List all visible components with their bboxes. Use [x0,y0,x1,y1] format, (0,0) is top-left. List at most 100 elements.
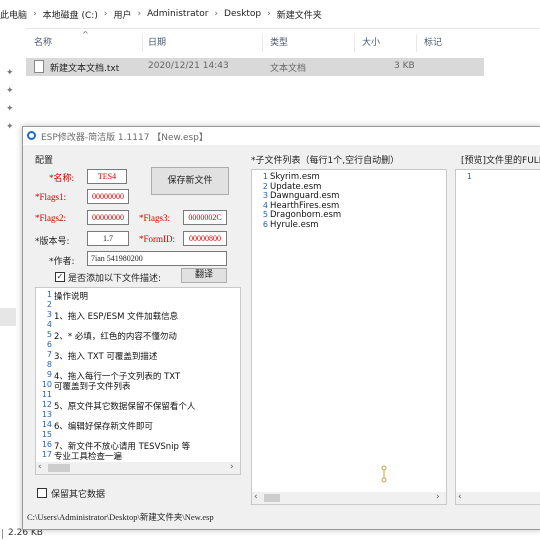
column-header-name[interactable]: 名称 [34,32,52,54]
subfile-horizontal-scrollbar[interactable]: ‹ › [252,492,446,504]
column-header-type[interactable]: 类型 [270,32,288,54]
save-new-file-button[interactable]: 保存新文件 [151,167,229,195]
flags1-field[interactable]: 00000000 [87,189,129,204]
column-separator[interactable] [416,34,417,52]
line-number: 8 [46,360,52,369]
preview-editor[interactable]: 1 ‹ [455,169,540,505]
pin-icon[interactable]: ✦ [6,122,14,132]
subfile-line: HearthFires.esm [270,200,340,211]
subfile-list-title: *子文件列表（每行1个,空行自动删） [251,156,400,166]
name-label: *名称: [49,173,75,183]
version-field[interactable]: 1.7 [87,231,129,246]
esp-editor-window: ESP修改器-简洁版 1.1117 【New.esp】 配置 *名称: TES4… [22,126,540,530]
preview-title: [预览]文件里的FULL [461,156,540,166]
pin-icon[interactable]: ✦ [6,104,14,114]
keep-data-label: 保留其它数据 [51,490,106,500]
scroll-right-icon[interactable]: › [230,462,234,472]
column-separator[interactable] [354,34,355,52]
description-line: 2、* 必填，红色的内容不懂勿动 [54,332,177,342]
breadcrumb-new-folder[interactable]: 新建文件夹 [277,8,322,21]
flags2-label: *Flags2: [35,213,67,223]
window-title: ESP修改器-简洁版 1.1117 【New.esp】 [41,133,208,143]
address-bar[interactable]: 此电脑 › 本地磁盘 (C:) › 用户 › Administrator › D… [0,0,540,29]
column-separator[interactable] [142,34,143,52]
description-editor[interactable]: 1 操作说明 2 3 1、拖入 ESP/ESM 文件加载信息 4 5 2、* 必填，红色的内容… [35,287,241,475]
description-line: 专业工具检查一遍 [54,452,123,462]
chevron-right-icon: › [137,9,142,19]
add-description-label: 是否添加以下文件描述: [68,274,162,284]
line-number: 5 [46,330,52,339]
breadcrumb-administrator[interactable]: Administrator [147,9,208,19]
formid-label: *FormID: [139,234,175,244]
description-line: 6、编辑好保存新文件即可 [54,422,153,432]
nav-selected-item[interactable] [0,308,16,326]
scroll-left-icon[interactable]: ‹ [458,492,462,502]
chevron-right-icon: › [103,9,108,19]
chevron-right-icon: › [214,9,219,19]
breadcrumb-desktop[interactable]: Desktop [224,9,261,19]
breadcrumb-users[interactable]: 用户 [113,8,131,21]
line-number: 1 [46,290,52,299]
line-number: 4 [46,320,52,329]
line-number: 6 [46,340,52,349]
line-number: 17 [41,450,52,459]
version-label: *版本号: [35,237,70,247]
subfile-line: Update.esm [270,181,322,192]
subfile-line: Hyrule.esm [270,219,319,230]
line-number: 7 [46,350,52,359]
author-field[interactable]: 7ian 541980200 [87,251,227,266]
line-number: 15 [41,430,52,439]
column-separator[interactable] [262,34,263,52]
scroll-thumb[interactable] [264,494,280,502]
flags3-field[interactable]: 0000002C [183,210,227,225]
scroll-thumb[interactable] [48,464,70,472]
subfile-line: Skyrim.esm [270,172,320,182]
line-number: 14 [41,420,52,429]
line-number: 2 [262,181,268,191]
description-line: 操作说明 [54,292,89,302]
flags1-label: *Flags1: [35,192,67,202]
title-bar[interactable]: ESP修改器-简洁版 1.1117 【New.esp】 [23,127,540,145]
pin-icon[interactable]: ✦ [6,86,14,96]
line-number: 5 [262,210,268,219]
add-description-checkbox[interactable]: ✓ [55,272,65,282]
column-header-tag[interactable]: 标记 [424,32,442,54]
line-number: 12 [41,400,52,409]
line-number: 3 [262,191,268,200]
file-name: 新建文本文档.txt [50,64,120,74]
preview-horizontal-scrollbar[interactable]: ‹ [456,492,540,504]
breadcrumb-drive-c[interactable]: 本地磁盘 (C:) [43,8,98,21]
description-line: 5、原文件其它数据保留不保留看个人 [54,402,196,412]
splitter-handle-icon[interactable] [381,465,387,483]
pin-icon[interactable]: ✦ [6,68,14,78]
scroll-left-icon[interactable]: ‹ [254,492,258,502]
line-number: 3 [46,310,52,319]
translate-button[interactable]: 翻译 [181,268,227,283]
description-line: 3、拖入 TXT 可覆盖到描述 [54,352,158,362]
scroll-right-icon[interactable]: › [436,492,440,502]
author-label: *作者: [49,257,75,267]
column-header-size[interactable]: 大小 [362,32,380,54]
file-row[interactable]: 新建文本文档.txt 2020/12/21 14:43 文本文档 3 KB [26,58,484,76]
scroll-left-icon[interactable]: ‹ [38,462,42,472]
subfile-list-editor[interactable]: 1 Skyrim.esm 2 Update.esm 3 Dawnguard.esm 4 Hea… [251,169,447,505]
breadcrumb-this-pc[interactable]: 此电脑 [0,8,27,21]
line-number: 6 [262,219,268,229]
status-divider [2,529,3,539]
description-line: 1、拖入 ESP/ESM 文件加载信息 [54,312,179,322]
config-group-label: 配置 [35,156,54,166]
flags2-field[interactable]: 00000000 [87,210,129,225]
line-number: 10 [41,380,52,389]
flags3-label: *Flags3: [139,213,171,223]
file-type: 文本文档 [270,64,307,74]
chevron-right-icon: › [33,9,37,19]
name-field[interactable]: TES4 [87,169,127,184]
line-number: 13 [41,410,52,419]
description-horizontal-scrollbar[interactable]: ‹ › [36,462,240,474]
chevron-right-icon: › [267,9,271,19]
line-number: 9 [46,370,52,379]
formid-field[interactable]: 00000800 [183,231,227,246]
column-header-date[interactable]: 日期 [148,32,166,54]
keep-data-checkbox[interactable] [37,488,47,498]
line-number: 2 [46,300,52,309]
